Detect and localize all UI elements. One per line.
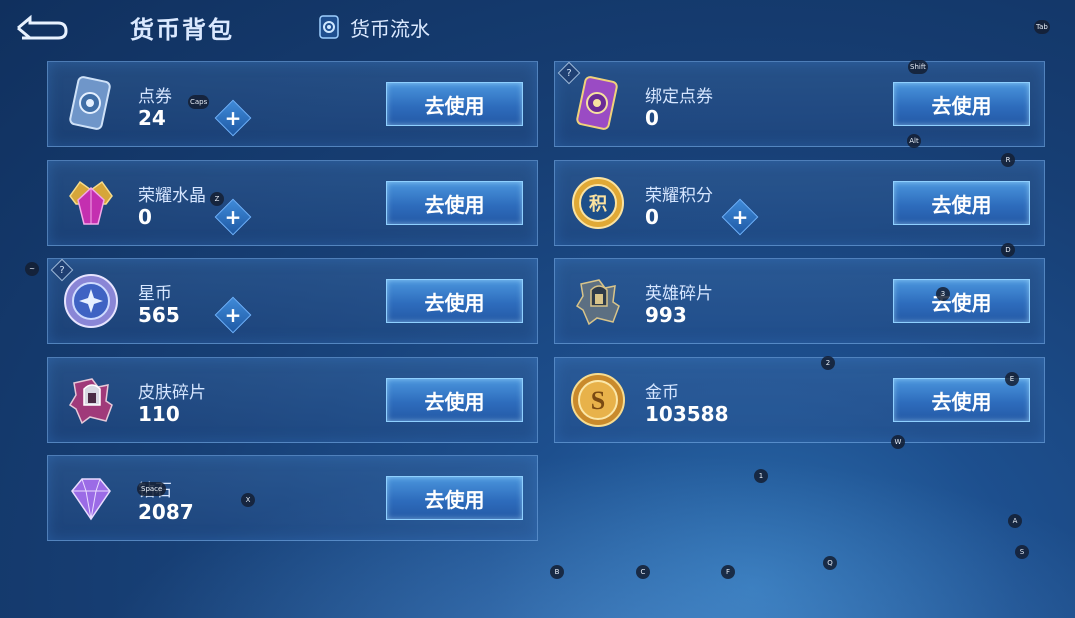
key-hint-3: 3 xyxy=(936,287,950,301)
currency-card-voucher: 点券 24 + 去使用 xyxy=(47,61,538,147)
key-hint-r: R xyxy=(1001,153,1015,167)
key-hint-b: B xyxy=(550,565,564,579)
key-hint-f: F xyxy=(721,565,735,579)
currency-card-bound-voucher: ? 绑定点券 0 去使用 xyxy=(554,61,1045,147)
currency-flow-label: 货币流水 xyxy=(350,16,430,41)
key-hint-shift: Shift xyxy=(908,60,928,74)
use-hero-fragment-button[interactable]: 去使用 xyxy=(893,279,1030,323)
svg-text:S: S xyxy=(591,386,605,415)
plus-icon: + xyxy=(224,205,242,229)
plus-icon: + xyxy=(224,106,242,130)
currency-name: 英雄碎片 xyxy=(645,284,713,304)
currency-flow-tab[interactable]: 货币流水 xyxy=(318,12,430,42)
use-voucher-button[interactable]: 去使用 xyxy=(386,82,523,126)
currency-card-gold-coin: S 金币 103588 去使用 xyxy=(554,357,1045,443)
currency-amount: 0 xyxy=(645,205,659,229)
key-hint-tilde: ~ xyxy=(25,262,39,276)
key-hint-1: 1 xyxy=(754,469,768,483)
back-arrow-icon[interactable] xyxy=(12,14,68,40)
hero-fragment-icon xyxy=(575,279,620,326)
use-glory-crystal-button[interactable]: 去使用 xyxy=(386,181,523,225)
voucher-card-icon xyxy=(69,76,111,130)
add-glory-points-button[interactable]: + xyxy=(721,198,759,236)
currency-name: 荣耀水晶 xyxy=(138,186,206,206)
key-hint-a: A xyxy=(1008,514,1022,528)
key-hint-w: W xyxy=(891,435,905,449)
currency-name: 点券 xyxy=(138,87,172,107)
gold-coin-icon: S xyxy=(571,373,625,427)
currency-name: 绑定点券 xyxy=(645,87,713,107)
key-hint-d: D xyxy=(1001,243,1015,257)
plus-icon: + xyxy=(731,205,749,229)
key-hint-x: X xyxy=(241,493,255,507)
currency-amount: 0 xyxy=(645,106,659,130)
currency-name: 星币 xyxy=(138,284,172,304)
skin-fragment-icon xyxy=(68,378,113,425)
key-hint-tab: Tab xyxy=(1034,20,1050,34)
currency-amount: 24 xyxy=(138,106,166,130)
currency-card-glory-crystal: 荣耀水晶 0 + 去使用 xyxy=(47,160,538,246)
add-voucher-button[interactable]: + xyxy=(214,99,252,137)
use-glory-points-button[interactable]: 去使用 xyxy=(893,181,1030,225)
currency-amount: 103588 xyxy=(645,402,729,426)
use-bound-voucher-button[interactable]: 去使用 xyxy=(893,82,1030,126)
currency-amount: 0 xyxy=(138,205,152,229)
key-hint-e: E xyxy=(1005,372,1019,386)
ledger-icon xyxy=(319,15,339,39)
plus-icon: + xyxy=(224,303,242,327)
page-title: 货币背包 xyxy=(130,16,234,44)
glory-points-icon: 积 xyxy=(572,177,624,229)
key-hint-alt: Alt xyxy=(907,134,921,148)
use-diamond-button[interactable]: 去使用 xyxy=(386,476,523,520)
key-hint-space: Space xyxy=(137,482,167,496)
top-bar: 货币背包 货币流水 xyxy=(0,0,1075,55)
currency-card-skin-fragment: 皮肤碎片 110 去使用 xyxy=(47,357,538,443)
currency-name: 皮肤碎片 xyxy=(138,383,206,403)
add-star-coin-button[interactable]: + xyxy=(214,296,252,334)
currency-card-hero-fragment: 英雄碎片 993 去使用 xyxy=(554,258,1045,344)
currency-amount: 110 xyxy=(138,402,180,426)
key-hint-c: C xyxy=(636,565,650,579)
use-star-coin-button[interactable]: 去使用 xyxy=(386,279,523,323)
currency-name: 金币 xyxy=(645,383,679,403)
currency-amount: 993 xyxy=(645,303,687,327)
key-hint-2: 2 xyxy=(821,356,835,370)
key-hint-s: S xyxy=(1015,545,1029,559)
key-hint-caps: Caps xyxy=(188,95,210,109)
currency-name: 荣耀积分 xyxy=(645,186,713,206)
use-skin-fragment-button[interactable]: 去使用 xyxy=(386,378,523,422)
star-coin-icon xyxy=(64,274,118,328)
key-hint-z: Z xyxy=(210,192,224,206)
currency-card-diamond: 钻石 2087 去使用 xyxy=(47,455,538,541)
svg-text:积: 积 xyxy=(589,194,607,214)
bound-voucher-card-icon xyxy=(576,76,618,130)
key-hint-q: Q xyxy=(823,556,837,570)
currency-card-star-coin: ? 星币 565 + 去使用 xyxy=(47,258,538,344)
diamond-icon xyxy=(71,478,111,521)
glory-crystal-icon xyxy=(69,180,113,225)
currency-amount: 2087 xyxy=(138,500,194,524)
currency-amount: 565 xyxy=(138,303,180,327)
currency-card-glory-points: 积 荣耀积分 0 + 去使用 xyxy=(554,160,1045,246)
